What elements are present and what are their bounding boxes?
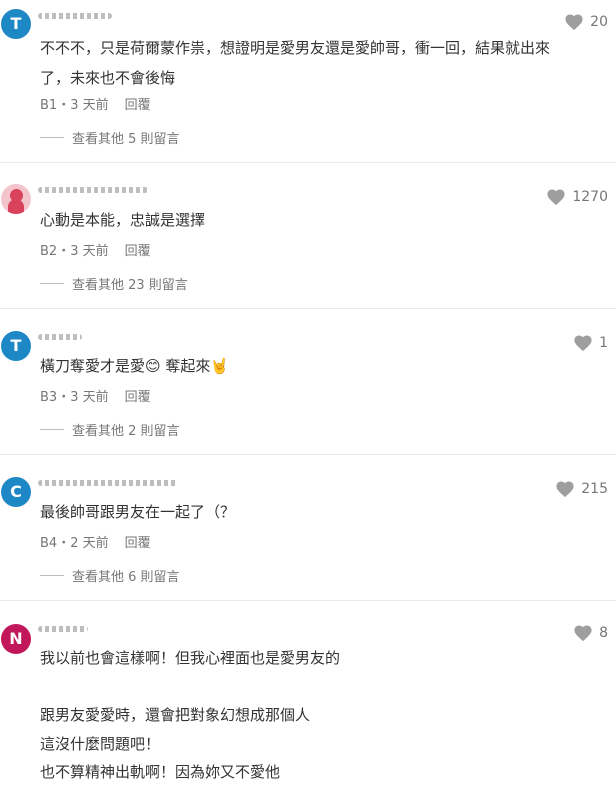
comment-text: 我以前也會這樣啊！但我心裡面也是愛男友的 跟男友愛愛時，還會把對象幻想成那個人 … (40, 644, 576, 787)
comment-line: 這沒什麼問題吧！ (40, 734, 161, 753)
view-more-replies[interactable]: 查看其他 5 則留言 (40, 128, 180, 147)
comment-meta: B4・2 天前 回覆 (40, 532, 151, 551)
view-more-replies[interactable]: 查看其他 23 則留言 (40, 274, 188, 293)
view-more-label: 查看其他 5 則留言 (72, 132, 180, 147)
comment-text: 最後帥哥跟男友在一起了（？ (40, 497, 576, 527)
divider-line (40, 137, 64, 138)
heart-icon (574, 625, 592, 642)
like-count: 8 (599, 625, 608, 641)
floor-time: B1・3 天前 (40, 98, 109, 113)
reply-button[interactable]: 回覆 (125, 532, 151, 551)
avatar[interactable]: C (1, 477, 31, 507)
view-more-replies[interactable]: 查看其他 6 則留言 (40, 566, 180, 585)
heart-icon (547, 189, 565, 206)
username-redacted[interactable] (38, 187, 148, 193)
view-more-replies[interactable]: 查看其他 2 則留言 (40, 420, 180, 439)
comment-text: 不不不，只是荷爾蒙作祟，想證明是愛男友還是愛帥哥，衝一回，結果就出來 了，未來也… (40, 33, 576, 93)
avatar[interactable]: N (1, 624, 31, 654)
username-redacted[interactable] (38, 13, 112, 19)
floor-time: B4・2 天前 (40, 536, 109, 551)
avatar-photo-body (8, 199, 24, 214)
floor-time: B3・3 天前 (40, 390, 109, 405)
comment-meta: B3・3 天前 回覆 (40, 386, 151, 405)
avatar[interactable]: T (1, 9, 31, 39)
heart-icon (574, 335, 592, 352)
avatar[interactable]: T (1, 331, 31, 361)
comment-text: 心動是本能，忠誠是選擇 (40, 205, 576, 235)
comment-line: 心動是本能，忠誠是選擇 (40, 211, 206, 229)
reply-button[interactable]: 回覆 (125, 240, 151, 259)
comment-line: 了，未來也不會後悔 (40, 69, 176, 87)
floor-time: B2・3 天前 (40, 244, 109, 259)
heart-icon (556, 481, 574, 498)
comment-meta: B1・3 天前 回覆 (40, 94, 151, 113)
like-count: 215 (581, 481, 608, 497)
comment-text: 橫刀奪愛才是愛😊 奪起來🤘 (40, 351, 576, 381)
view-more-label: 查看其他 6 則留言 (72, 570, 180, 585)
view-more-label: 查看其他 2 則留言 (72, 424, 180, 439)
view-more-label: 查看其他 23 則留言 (72, 278, 188, 293)
comment-line (40, 673, 576, 702)
comment-b3: T 1 橫刀奪愛才是愛😊 奪起來🤘 B3・3 天前 回覆 查看其他 2 則留言 (0, 309, 616, 455)
heart-icon (565, 14, 583, 31)
comment-line: 我以前也會這樣啊！但我心裡面也是愛男友的 (40, 649, 341, 667)
like-count: 20 (590, 14, 608, 30)
username-redacted[interactable] (38, 480, 178, 486)
comment-line: 也不算精神出軌啊！因為妳又不愛他 (40, 763, 281, 781)
like-count: 1 (599, 335, 608, 351)
comment-b5: N 8 我以前也會這樣啊！但我心裡面也是愛男友的 跟男友愛愛時，還會把對象幻想成… (0, 601, 616, 790)
divider-line (40, 283, 64, 284)
reply-button[interactable]: 回覆 (125, 386, 151, 405)
like-button[interactable]: 215 (555, 479, 608, 499)
comment-b1: T 20 不不不，只是荷爾蒙作祟，想證明是愛男友還是愛帥哥，衝一回，結果就出來 … (0, 0, 616, 163)
reply-button[interactable]: 回覆 (125, 94, 151, 113)
comment-line: 橫刀奪愛才是愛😊 奪起來🤘 (40, 357, 230, 375)
username-redacted[interactable] (38, 334, 82, 340)
like-button[interactable]: 1270 (546, 187, 608, 207)
comment-b2: 1270 心動是本能，忠誠是選擇 B2・3 天前 回覆 查看其他 23 則留言 (0, 163, 616, 309)
like-button[interactable]: 1 (573, 333, 608, 353)
username-redacted[interactable] (38, 626, 88, 632)
avatar[interactable] (1, 184, 31, 214)
divider-line (40, 575, 64, 576)
like-count: 1270 (572, 189, 608, 205)
comment-line: 跟男友愛愛時，還會把對象幻想成那個人 (40, 706, 311, 724)
like-button[interactable]: 20 (564, 12, 608, 32)
like-button[interactable]: 8 (573, 623, 608, 643)
comment-b4: C 215 最後帥哥跟男友在一起了（？ B4・2 天前 回覆 查看其他 6 則留… (0, 455, 616, 601)
comment-line: 不不不，只是荷爾蒙作祟，想證明是愛男友還是愛帥哥，衝一回，結果就出來 (40, 39, 551, 57)
divider-line (40, 429, 64, 430)
comment-meta: B2・3 天前 回覆 (40, 240, 151, 259)
comment-line: 最後帥哥跟男友在一起了（？ (40, 503, 236, 521)
